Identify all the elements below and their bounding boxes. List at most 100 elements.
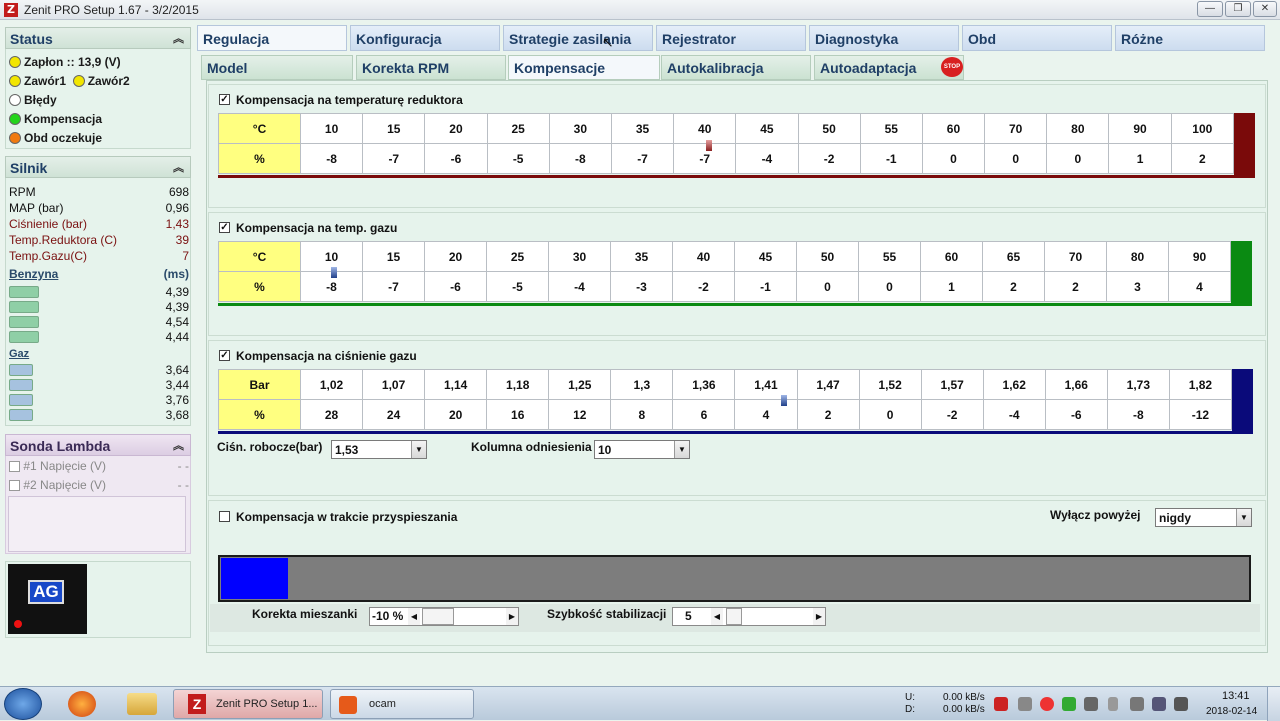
cisn-y-cell[interactable]: -4 (982, 399, 1046, 430)
temp-red-y-cell[interactable]: -8 (548, 143, 612, 174)
cisn-x-cell[interactable]: 1,25 (548, 369, 612, 400)
temp-red-y-cell[interactable]: 0 (1046, 143, 1110, 174)
temp-gaz-y-cell[interactable]: -6 (424, 271, 487, 302)
temp-gaz-x-cell[interactable]: 80 (1106, 241, 1169, 272)
dropdown-arrow-icon[interactable]: ▼ (1236, 509, 1251, 526)
temp-gaz-x-cell[interactable]: 20 (424, 241, 487, 272)
engine-panel-header[interactable]: Silnik ︽ (5, 156, 191, 178)
cisn-x-cell[interactable]: 1,47 (796, 369, 860, 400)
cisn-y-cell[interactable]: -8 (1106, 399, 1170, 430)
tab-rozne[interactable]: Różne (1115, 25, 1265, 51)
cisn-x-cell[interactable]: 1,07 (362, 369, 426, 400)
tray-record-icon[interactable] (1040, 697, 1054, 711)
temp-gaz-y-cell[interactable]: -5 (486, 271, 549, 302)
temp-gaz-y-cell[interactable]: 0 (858, 271, 921, 302)
collapse-chevron-icon[interactable]: ︽ (173, 437, 184, 453)
cisn-x-cell[interactable]: 1,66 (1044, 369, 1108, 400)
temp-red-y-cell[interactable]: -1 (859, 143, 923, 174)
temp-gaz-x-cell[interactable]: 35 (610, 241, 673, 272)
scroll-left-arrow-icon[interactable]: ◀ (408, 608, 420, 625)
temp-gaz-y-cell[interactable]: -3 (610, 271, 673, 302)
temp-red-y-cell[interactable]: 0 (984, 143, 1048, 174)
disable-above-dropdown[interactable]: nigdy ▼ (1155, 508, 1252, 527)
cisn-x-cell[interactable]: 1,82 (1168, 369, 1233, 400)
temp-gaz-y-cell[interactable]: 2 (982, 271, 1045, 302)
cisn-checkbox[interactable]: ✓ (219, 350, 230, 361)
cisn-x-cell[interactable]: 1,73 (1106, 369, 1170, 400)
mix-slider-thumb[interactable] (422, 608, 454, 625)
status-panel-header[interactable]: Status ︽ (5, 27, 191, 49)
subtab-kompensacje[interactable]: Kompensacje (508, 55, 660, 80)
minimize-button[interactable]: — (1197, 1, 1223, 17)
temp-red-x-cell[interactable]: 55 (859, 113, 923, 144)
temp-red-x-cell[interactable]: 10 (299, 113, 364, 144)
collapse-chevron-icon[interactable]: ︽ (173, 159, 184, 175)
temp-red-y-cell[interactable]: -7 (362, 143, 426, 174)
tab-obd[interactable]: Obd (962, 25, 1112, 51)
lambda-2-checkbox[interactable] (9, 480, 20, 491)
start-button-icon[interactable] (4, 688, 42, 720)
temp-red-y-cell[interactable]: -4 (735, 143, 799, 174)
temp-red-x-cell[interactable]: 80 (1046, 113, 1110, 144)
temp-gaz-y-cell[interactable]: 4 (1168, 271, 1231, 302)
show-desktop-button[interactable] (1267, 687, 1280, 721)
tray-battery-icon[interactable] (1108, 697, 1118, 711)
stabilization-slider[interactable]: 5 ◀ ▶ (672, 607, 826, 626)
cisn-y-cell[interactable]: -6 (1044, 399, 1108, 430)
temp-red-x-cell[interactable]: 30 (548, 113, 612, 144)
cisn-y-cell[interactable]: -12 (1168, 399, 1233, 430)
temp-gaz-checkbox[interactable]: ✓ (219, 222, 230, 233)
cisn-y-cell[interactable]: 4 (734, 399, 798, 430)
firefox-icon[interactable] (68, 691, 96, 717)
stop-sign-icon[interactable]: STOP (941, 57, 963, 77)
stab-slider-thumb[interactable] (726, 608, 742, 625)
cisn-y-cell[interactable]: 8 (610, 399, 674, 430)
temp-red-checkbox[interactable]: ✓ (219, 94, 230, 105)
cisn-x-cell[interactable]: 1,02 (299, 369, 364, 400)
tray-tools-icon[interactable] (1084, 697, 1098, 711)
cisn-y-cell[interactable]: -2 (920, 399, 984, 430)
tray-stop-icon[interactable] (994, 697, 1008, 711)
temp-gaz-x-cell[interactable]: 25 (486, 241, 549, 272)
temp-red-x-cell[interactable]: 70 (984, 113, 1048, 144)
mix-correction-slider[interactable]: -10 % ◀ ▶ (369, 607, 519, 626)
temp-gaz-x-cell[interactable]: 30 (548, 241, 611, 272)
temp-red-y-cell[interactable]: 1 (1108, 143, 1172, 174)
folder-icon[interactable] (127, 693, 157, 715)
cisn-y-cell[interactable]: 12 (548, 399, 612, 430)
dropdown-arrow-icon[interactable]: ▼ (411, 441, 426, 458)
work-pressure-dropdown[interactable]: 1,53 ▼ (331, 440, 427, 459)
maximize-button[interactable]: ❐ (1225, 1, 1251, 17)
temp-gaz-y-cell[interactable]: 0 (796, 271, 859, 302)
temp-gaz-y-cell[interactable]: -2 (672, 271, 735, 302)
tray-volume-icon[interactable] (1174, 697, 1188, 711)
collapse-chevron-icon[interactable]: ︽ (173, 30, 184, 46)
temp-red-y-cell[interactable]: 0 (921, 143, 986, 174)
clock-date[interactable]: 2018-02-14 (1206, 706, 1257, 717)
cisn-y-cell[interactable]: 0 (858, 399, 922, 430)
tab-konfiguracja[interactable]: Konfiguracja (350, 25, 500, 51)
temp-red-y-cell[interactable]: -6 (424, 143, 488, 174)
dropdown-arrow-icon[interactable]: ▼ (674, 441, 689, 458)
tray-monitor-icon[interactable] (1152, 697, 1166, 711)
temp-gaz-y-cell[interactable]: -7 (362, 271, 425, 302)
cisn-y-cell[interactable]: 20 (424, 399, 488, 430)
temp-gaz-x-cell[interactable]: 40 (672, 241, 735, 272)
temp-red-y-cell[interactable]: -5 (486, 143, 550, 174)
temp-red-x-cell[interactable]: 100 (1170, 113, 1235, 144)
temp-red-x-cell[interactable]: 15 (362, 113, 426, 144)
temp-red-x-cell[interactable]: 60 (921, 113, 986, 144)
scroll-right-arrow-icon[interactable]: ▶ (506, 608, 518, 625)
temp-gaz-y-cell[interactable]: -4 (548, 271, 611, 302)
temp-gaz-y-cell[interactable]: 3 (1106, 271, 1169, 302)
temp-red-x-cell[interactable]: 25 (486, 113, 550, 144)
temp-red-y-cell[interactable]: -7 (610, 143, 675, 174)
scroll-right-arrow-icon[interactable]: ▶ (813, 608, 825, 625)
cisn-x-cell[interactable]: 1,36 (672, 369, 736, 400)
temp-red-x-cell[interactable]: 20 (424, 113, 488, 144)
temp-gaz-x-cell[interactable]: 60 (920, 241, 983, 272)
temp-red-x-cell[interactable]: 90 (1108, 113, 1172, 144)
temp-red-x-cell[interactable]: 40 (673, 113, 737, 144)
taskbar-zenit[interactable]: Z Zenit PRO Setup 1... (173, 689, 323, 719)
temp-gaz-x-cell[interactable]: 15 (362, 241, 425, 272)
